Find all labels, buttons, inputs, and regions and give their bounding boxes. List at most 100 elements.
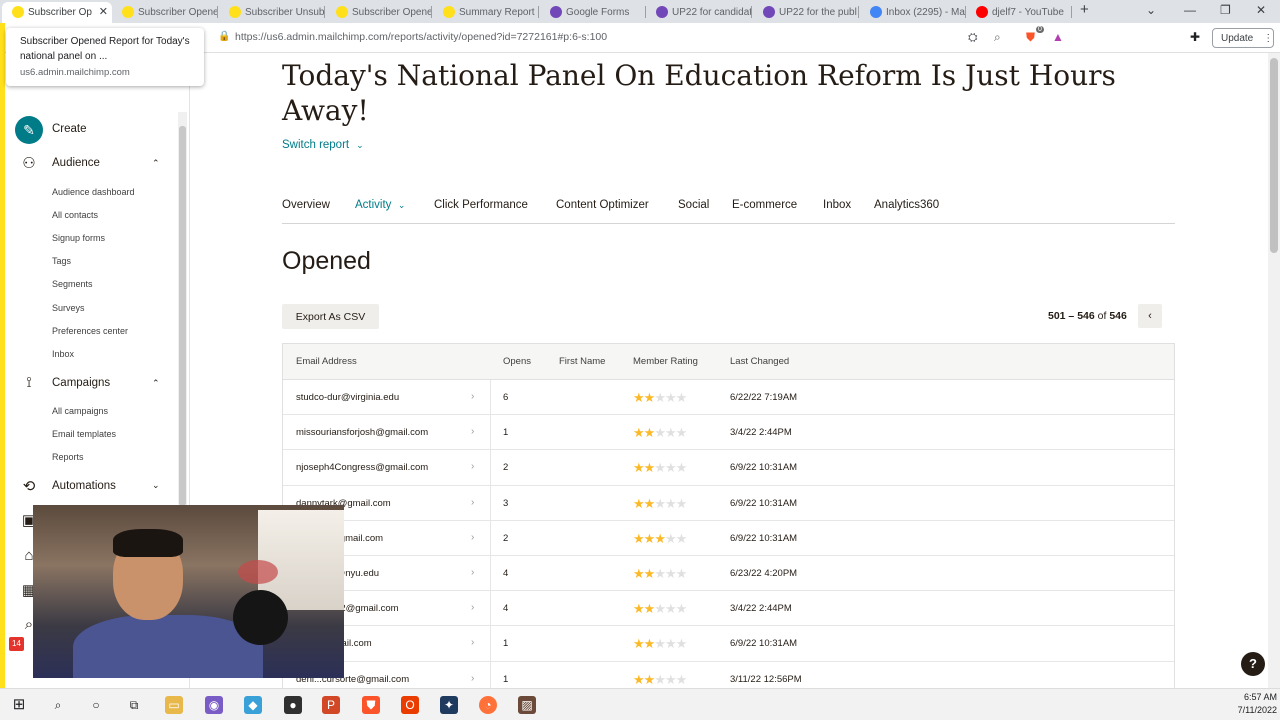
- cortana-icon[interactable]: ○: [87, 696, 105, 714]
- sidebar-subitem[interactable]: Audience dashboard: [52, 187, 135, 197]
- table-row[interactable]: missouriansforjosh@gmail.com 1 3/4/22 2:44…: [283, 415, 1174, 451]
- brave-shield-icon[interactable]: ⛊: [1026, 30, 1035, 45]
- app-icon[interactable]: ◆: [244, 696, 262, 714]
- close-tab-icon[interactable]: ✕: [99, 5, 108, 18]
- chevron-right-icon[interactable]: ›: [471, 461, 474, 472]
- tab-label: djelf7 - YouTube: [992, 7, 1064, 18]
- browser-tab[interactable]: Subscriber Opene: [326, 2, 432, 23]
- page-scroll-thumb[interactable]: [1270, 58, 1278, 253]
- browser-tab[interactable]: Subscriber Op ✕: [2, 2, 112, 23]
- last-changed: 6/9/22 10:31AM: [730, 462, 798, 474]
- help-button[interactable]: ?: [1241, 652, 1265, 676]
- table-row[interactable]: njoseph4Congress@gmail.com 2 6/9/22 10:31A…: [283, 450, 1174, 486]
- browser-tab[interactable]: Inbox (2295) - Ma: [860, 2, 966, 23]
- sidebar-subitem[interactable]: Inbox: [52, 349, 74, 359]
- tab-e-commerce[interactable]: E-commerce: [732, 199, 797, 211]
- sidebar-subitem[interactable]: Surveys: [52, 303, 85, 313]
- zoom-icon[interactable]: ⌕: [994, 30, 1001, 45]
- email-address[interactable]: njoseph4Congress@gmail.com: [296, 462, 428, 473]
- tab-activity[interactable]: Activity ⌄: [355, 199, 405, 211]
- sidebar-item-campaigns[interactable]: Campaigns: [52, 377, 110, 389]
- opens-count: 2: [503, 532, 509, 544]
- star-icon: ★: [675, 390, 688, 405]
- brave-browser-icon[interactable]: ⛊: [362, 696, 380, 714]
- browser-tab[interactable]: Google Forms: [540, 2, 646, 23]
- chevron-right-icon[interactable]: ›: [471, 391, 474, 402]
- tab-click-performance[interactable]: Click Performance: [434, 199, 528, 211]
- browser-tab[interactable]: Subscriber Unsub: [219, 2, 325, 23]
- browser-tab[interactable]: djelf7 - YouTube: [966, 2, 1072, 23]
- table-row[interactable]: studco-dur@virginia.edu 6 6/22/22 7:19AM › ★…: [283, 380, 1174, 416]
- tab-analytics360[interactable]: Analytics360: [874, 199, 939, 211]
- table-row[interactable]: ree2011@gmail.com26/9/22 10:31AM›★★★★★: [283, 520, 1174, 556]
- chevron-right-icon[interactable]: ›: [471, 602, 474, 613]
- sidebar-subitem[interactable]: Tags: [52, 256, 71, 266]
- firefox-icon[interactable]: ◔: [479, 696, 497, 714]
- chevron-down-icon[interactable]: ⌄: [152, 480, 160, 491]
- obs-icon[interactable]: ●: [284, 696, 302, 714]
- email-address[interactable]: missouriansforjosh@gmail.com: [296, 427, 428, 438]
- extensions-icon[interactable]: ✚: [1190, 30, 1200, 44]
- star-icon: ★: [664, 601, 677, 617]
- sidebar-subitem[interactable]: All contacts: [52, 210, 98, 220]
- sidebar-subitem[interactable]: Preferences center: [52, 326, 128, 336]
- previous-page-button[interactable]: ‹: [1138, 304, 1162, 328]
- chevron-right-icon[interactable]: ›: [471, 497, 474, 508]
- browser-tab[interactable]: UP22 for candidat: [646, 2, 752, 23]
- app-icon[interactable]: ✦: [440, 696, 458, 714]
- app-icon[interactable]: ◉: [205, 696, 223, 714]
- maximize-icon[interactable]: ❐: [1220, 3, 1231, 17]
- browser-tab[interactable]: Subscriber Opene: [112, 2, 218, 23]
- new-tab-button[interactable]: +: [1080, 1, 1089, 18]
- browser-tab[interactable]: Summary Report: [433, 2, 539, 23]
- sidebar-subitem[interactable]: Email templates: [52, 429, 116, 439]
- sidebar-subitem[interactable]: Reports: [52, 452, 84, 462]
- column-header[interactable]: Email Address: [296, 356, 357, 367]
- table-row[interactable]: tsguy@gmail.com16/9/22 10:31AM›★★★★★: [283, 626, 1174, 662]
- email-address[interactable]: studco-dur@virginia.edu: [296, 392, 399, 403]
- chevron-up-icon[interactable]: ⌃: [152, 158, 160, 169]
- windows-start-icon[interactable]: ⊞: [10, 696, 28, 714]
- app-icon[interactable]: ▨: [518, 696, 536, 714]
- sidebar-item-automations[interactable]: Automations: [52, 480, 116, 492]
- address-bar[interactable]: https://us6.admin.mailchimp.com/reports/…: [235, 31, 607, 43]
- chevron-right-icon[interactable]: ›: [471, 567, 474, 578]
- clock-date: 7/11/2022: [1237, 705, 1277, 715]
- sidebar-subitem[interactable]: Segments: [52, 279, 93, 289]
- sidebar-item-audience[interactable]: Audience: [52, 157, 100, 169]
- tab-overview[interactable]: Overview: [282, 199, 330, 211]
- close-window-icon[interactable]: ✕: [1256, 3, 1266, 17]
- pencil-icon[interactable]: ✎: [15, 116, 43, 144]
- export-csv-button[interactable]: Export As CSV: [282, 304, 379, 329]
- browser-tab[interactable]: UP22 for the publ: [753, 2, 859, 23]
- tab-search-icon[interactable]: ⌄: [1146, 3, 1156, 17]
- sidebar-subitem[interactable]: Signup forms: [52, 233, 105, 243]
- column-header[interactable]: Last Changed: [730, 356, 789, 367]
- member-rating-stars: ★★★★★: [633, 531, 687, 547]
- task-view-icon[interactable]: ⧉: [125, 696, 143, 714]
- office-icon[interactable]: O: [401, 696, 419, 714]
- tab-social[interactable]: Social: [678, 199, 709, 211]
- table-row[interactable]: dannytark@gmail.com 3 6/9/22 10:31AM › ★★★★★: [283, 485, 1174, 521]
- sidebar-scroll-thumb[interactable]: [179, 126, 186, 506]
- chevron-right-icon[interactable]: ›: [471, 532, 474, 543]
- chevron-right-icon[interactable]: ›: [471, 673, 474, 684]
- taskbar-search-icon[interactable]: ⌕: [49, 696, 67, 714]
- table-row[interactable]: merica2022@gmail.com 4 3/4/22 2:44PM › ★★★★★: [283, 591, 1174, 627]
- table-row[interactable]: vernment@nyu.edu46/23/22 4:20PM›★★★★★: [283, 555, 1174, 592]
- chevron-right-icon[interactable]: ›: [471, 637, 474, 648]
- column-header[interactable]: Opens: [503, 356, 531, 367]
- sidebar-subitem[interactable]: All campaigns: [52, 406, 108, 416]
- update-button[interactable]: Update ⋮: [1212, 28, 1274, 48]
- file-explorer-icon[interactable]: ▭: [165, 696, 183, 714]
- tab-inbox[interactable]: Inbox: [823, 199, 851, 211]
- minimize-icon[interactable]: —: [1184, 3, 1196, 17]
- chevron-up-icon[interactable]: ⌃: [152, 378, 160, 389]
- tab-content-optimizer[interactable]: Content Optimizer: [556, 199, 649, 211]
- switch-report-link[interactable]: Switch report ⌄: [282, 139, 364, 151]
- chevron-right-icon[interactable]: ›: [471, 426, 474, 437]
- translate-icon[interactable]: ⛭: [968, 30, 978, 45]
- powerpoint-icon[interactable]: P: [322, 696, 340, 714]
- brave-rewards-icon[interactable]: ▲: [1052, 30, 1064, 44]
- sidebar-item-create[interactable]: Create: [52, 123, 87, 135]
